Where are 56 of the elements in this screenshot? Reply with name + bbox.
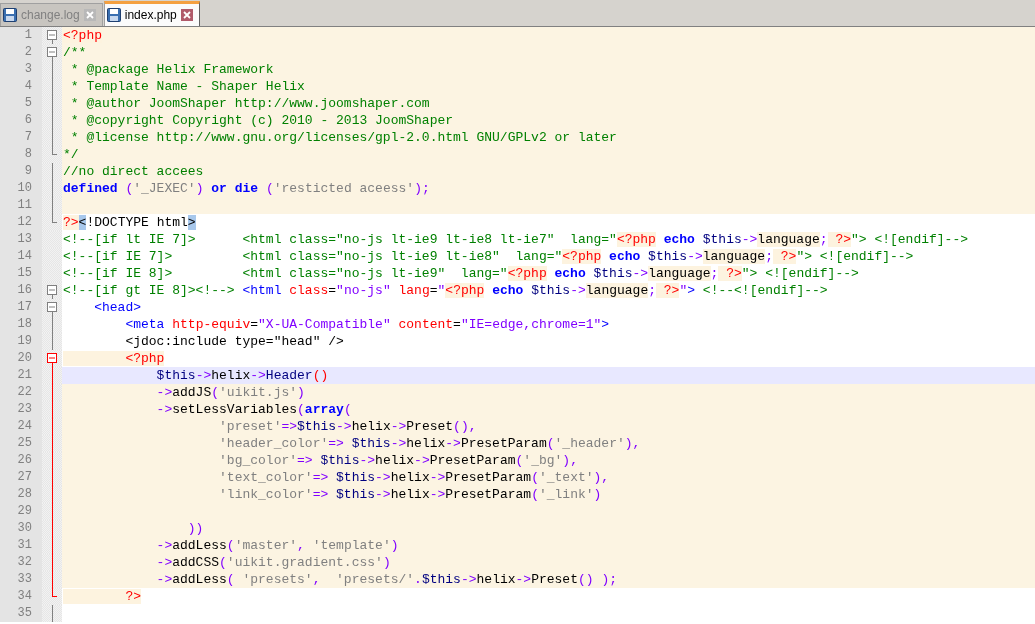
- line-number: 5: [0, 95, 42, 112]
- line-number: 23: [0, 401, 42, 418]
- line-number: 32: [0, 554, 42, 571]
- line-number: 6: [0, 112, 42, 129]
- collapse-icon[interactable]: [42, 44, 62, 61]
- line-number: 2: [0, 44, 42, 61]
- line-number: 10: [0, 180, 42, 197]
- collapse-icon[interactable]: [42, 299, 62, 316]
- code-line: <!--[if lt IE 7]> <html class="no-js lt-ie9 lt-ie8 lt-ie7" lang="<?php echo $this->language; ?>"> <![endif]-->: [62, 231, 969, 248]
- line-number: 3: [0, 61, 42, 78]
- line-number: 22: [0, 384, 42, 401]
- fold-margin: [42, 265, 62, 282]
- line-number: 29: [0, 503, 42, 520]
- code-line: <!--[if IE 7]> <html class="no-js lt-ie9 lt-ie8" lang="<?php echo $this->language; ?>"> <![endif]-->: [62, 248, 915, 265]
- line-number: 8: [0, 146, 42, 163]
- code-line: ?>: [62, 588, 1035, 605]
- collapse-icon[interactable]: [42, 27, 62, 44]
- fold-margin: [42, 248, 62, 265]
- line-number: 9: [0, 163, 42, 180]
- code-line: <!--[if IE 8]> <html class="no-js lt-ie9" lang="<?php echo $this->language; ?>"> <![endif]-->: [62, 265, 860, 282]
- line-number: 14: [0, 248, 42, 265]
- line-number: 26: [0, 452, 42, 469]
- line-number: 7: [0, 129, 42, 146]
- line-number: 25: [0, 435, 42, 452]
- line-number: 21: [0, 367, 42, 384]
- line-number: 33: [0, 571, 42, 588]
- collapse-icon[interactable]: [42, 350, 62, 367]
- code-line: <meta http-equiv="X-UA-Compatible" content="IE=edge,chrome=1">: [124, 316, 611, 333]
- line-number: 35: [0, 605, 42, 622]
- line-number: 19: [0, 333, 42, 350]
- code-line: ?><!DOCTYPE html>: [62, 214, 197, 231]
- fold-margin: [42, 231, 62, 248]
- line-number: 15: [0, 265, 42, 282]
- line-number: 16: [0, 282, 42, 299]
- line-number: 11: [0, 197, 42, 214]
- line-number: 1: [0, 27, 42, 44]
- line-number: 20: [0, 350, 42, 367]
- line-number: 30: [0, 520, 42, 537]
- line-number: 12: [0, 214, 42, 231]
- line-number: 28: [0, 486, 42, 503]
- code-line: <?php: [62, 350, 1035, 367]
- collapse-icon[interactable]: [42, 282, 62, 299]
- line-number: 31: [0, 537, 42, 554]
- close-icon[interactable]: [180, 9, 193, 21]
- code-line: <jdoc:include type="head" />: [124, 333, 345, 350]
- code-line: <!--[if gt IE 8]><!--> <html class="no-js" lang="<?php echo $this->language; ?>"> <!--<![endif]-->: [62, 282, 829, 299]
- line-number: 17: [0, 299, 42, 316]
- line-number: 4: [0, 78, 42, 95]
- line-number: 24: [0, 418, 42, 435]
- file-tab[interactable]: index.php: [103, 1, 200, 26]
- line-number: 34: [0, 588, 42, 605]
- code-line: <head>: [93, 299, 142, 316]
- line-number: 27: [0, 469, 42, 486]
- line-number: 13: [0, 231, 42, 248]
- line-number: 18: [0, 316, 42, 333]
- close-icon[interactable]: [83, 9, 96, 21]
